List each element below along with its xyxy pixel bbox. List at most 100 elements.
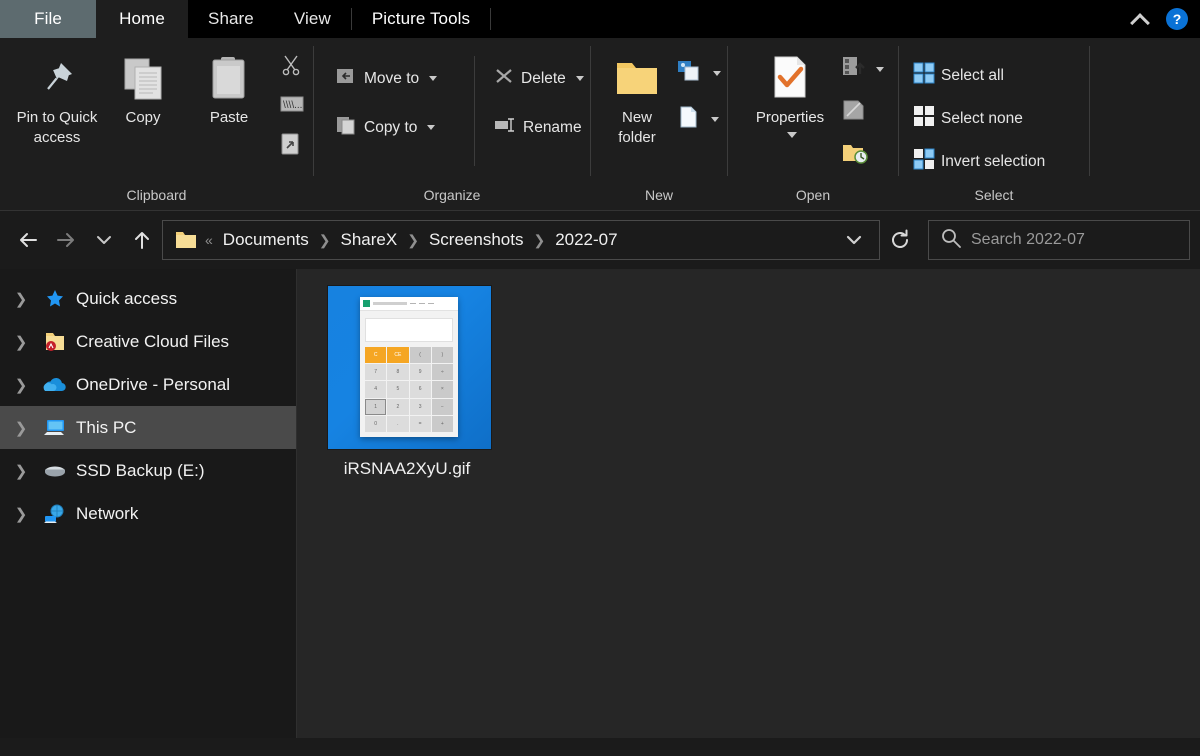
recent-locations-button[interactable] [86,222,122,258]
chevron-down-icon-6[interactable] [787,132,797,138]
chevron-down-icon-7[interactable] [876,67,884,72]
tab-share[interactable]: Share [188,0,274,38]
forward-button[interactable] [48,222,84,258]
pin-to-quick-access-button[interactable]: Pin to Quick access [14,44,100,149]
edit-icon [842,99,866,126]
breadcrumb-chevron-2[interactable]: ❯ [405,232,421,249]
search-input[interactable] [971,231,1178,249]
sidebar-item-creative-cloud-files[interactable]: ❯ Creative Cloud Files [0,320,296,363]
move-to-icon [336,66,358,91]
paste-button[interactable]: Paste [186,44,272,128]
copy-button[interactable]: Copy [100,44,186,128]
breadcrumb[interactable]: « Documents ❯ ShareX ❯ Screenshots ❯ 202… [162,220,880,260]
easy-access-button[interactable] [673,58,725,89]
sidebar-item-ssd-backup[interactable]: ❯ SSD Backup (E:) [0,449,296,492]
move-to-button[interactable]: Move to [332,64,460,93]
ribbon-group-open-label: Open [728,180,898,210]
address-bar: « Documents ❯ ShareX ❯ Screenshots ❯ 202… [0,211,1200,269]
file-list-pane[interactable]: C CE ( ) 7 8 9 ÷ 4 5 6 × [297,269,1200,738]
search-icon [941,228,961,253]
tab-file[interactable]: File [0,0,96,38]
delete-label: Delete [521,70,566,88]
copy-path-icon: \\\\... [280,95,304,118]
calc-key: ) [432,347,453,363]
properties-label: Properties [756,109,824,126]
chevron-down-icon-5[interactable] [711,117,719,122]
sidebar-item-onedrive-personal[interactable]: ❯ OneDrive - Personal [0,363,296,406]
edit-button[interactable] [838,97,888,128]
group-separator-5 [1089,46,1090,176]
chevron-right-icon-4[interactable]: ❯ [8,419,34,437]
paste-shortcut-button[interactable] [276,130,308,163]
rename-button[interactable]: Rename [489,113,588,142]
breadcrumb-screenshots[interactable]: Screenshots [423,228,530,252]
calc-key: . [387,416,408,432]
select-none-button[interactable]: Select none [909,103,1049,134]
calculator-titlebar [360,297,458,311]
calc-key: + [432,416,453,432]
calc-key: 6 [410,381,431,397]
delete-button[interactable]: Delete [489,64,588,93]
list-item[interactable]: C CE ( ) 7 8 9 ÷ 4 5 6 × [327,283,487,479]
breadcrumb-sharex[interactable]: ShareX [335,228,404,252]
chevron-down-icon-4[interactable] [713,71,721,76]
refresh-button[interactable] [882,222,918,258]
chevron-right-icon-6[interactable]: ❯ [8,505,34,523]
calc-key: 7 [365,364,386,380]
help-icon[interactable]: ? [1166,8,1188,30]
calc-key: ÷ [432,364,453,380]
calculator-display [365,318,453,342]
chevron-up-icon[interactable] [1130,8,1152,30]
file-name-label: iRSNAA2XyU.gif [327,459,487,479]
cut-button[interactable] [276,52,308,83]
minimize-icon [410,303,416,304]
select-none-label: Select none [941,110,1023,128]
sidebar-item-this-pc[interactable]: ❯ This PC [0,406,296,449]
invert-selection-icon [913,148,935,175]
chevron-down-icon[interactable] [429,76,437,81]
onedrive-cloud-icon [42,376,68,394]
calc-key: C [365,347,386,363]
copy-path-button[interactable]: \\\\... [276,93,308,120]
breadcrumb-2022-07[interactable]: 2022-07 [549,228,623,252]
breadcrumb-chevron-1[interactable]: ❯ [317,232,333,249]
chevron-right-icon-2[interactable]: ❯ [8,333,34,351]
breadcrumb-documents[interactable]: Documents [217,228,315,252]
copy-to-button[interactable]: Copy to [332,113,460,142]
new-item-button[interactable] [673,103,725,136]
history-button[interactable] [838,140,888,171]
sidebar-item-network-label: Network [76,504,138,524]
calc-key: 0 [365,416,386,432]
tab-view-label: View [294,9,331,29]
up-button[interactable] [124,222,160,258]
ribbon-group-new: New folder [591,38,727,210]
address-dropdown-button[interactable] [837,222,871,258]
file-thumbnail: C CE ( ) 7 8 9 ÷ 4 5 6 × [327,283,491,451]
chevron-right-icon[interactable]: ❯ [8,290,34,308]
new-folder-button[interactable]: New folder [601,44,673,149]
delete-x-icon [493,66,515,91]
calculator-window-preview: C CE ( ) 7 8 9 ÷ 4 5 6 × [360,297,458,437]
select-all-label: Select all [941,67,1004,85]
ribbon: Pin to Quick access [0,38,1200,211]
tab-picture-tools[interactable]: Picture Tools [352,0,490,38]
sidebar-item-quick-access[interactable]: ❯ Quick access [0,277,296,320]
rename-icon [493,115,517,140]
sidebar-item-network[interactable]: ❯ Network [0,492,296,535]
properties-button[interactable]: Properties [742,44,838,138]
chevron-down-icon-3[interactable] [576,76,584,81]
back-button[interactable] [10,222,46,258]
star-icon [42,289,68,309]
breadcrumb-overflow[interactable]: « [203,232,215,248]
tab-view[interactable]: View [274,0,351,38]
select-all-button[interactable]: Select all [909,60,1049,91]
tab-home[interactable]: Home [96,0,188,38]
invert-selection-button[interactable]: Invert selection [909,146,1049,177]
search-box[interactable] [928,220,1190,260]
chevron-down-icon-2[interactable] [427,125,435,130]
chevron-right-icon-3[interactable]: ❯ [8,376,34,394]
chevron-right-icon-5[interactable]: ❯ [8,462,34,480]
open-with-button[interactable] [838,54,888,85]
breadcrumb-chevron-3[interactable]: ❯ [531,232,547,249]
calc-key: = [410,416,431,432]
